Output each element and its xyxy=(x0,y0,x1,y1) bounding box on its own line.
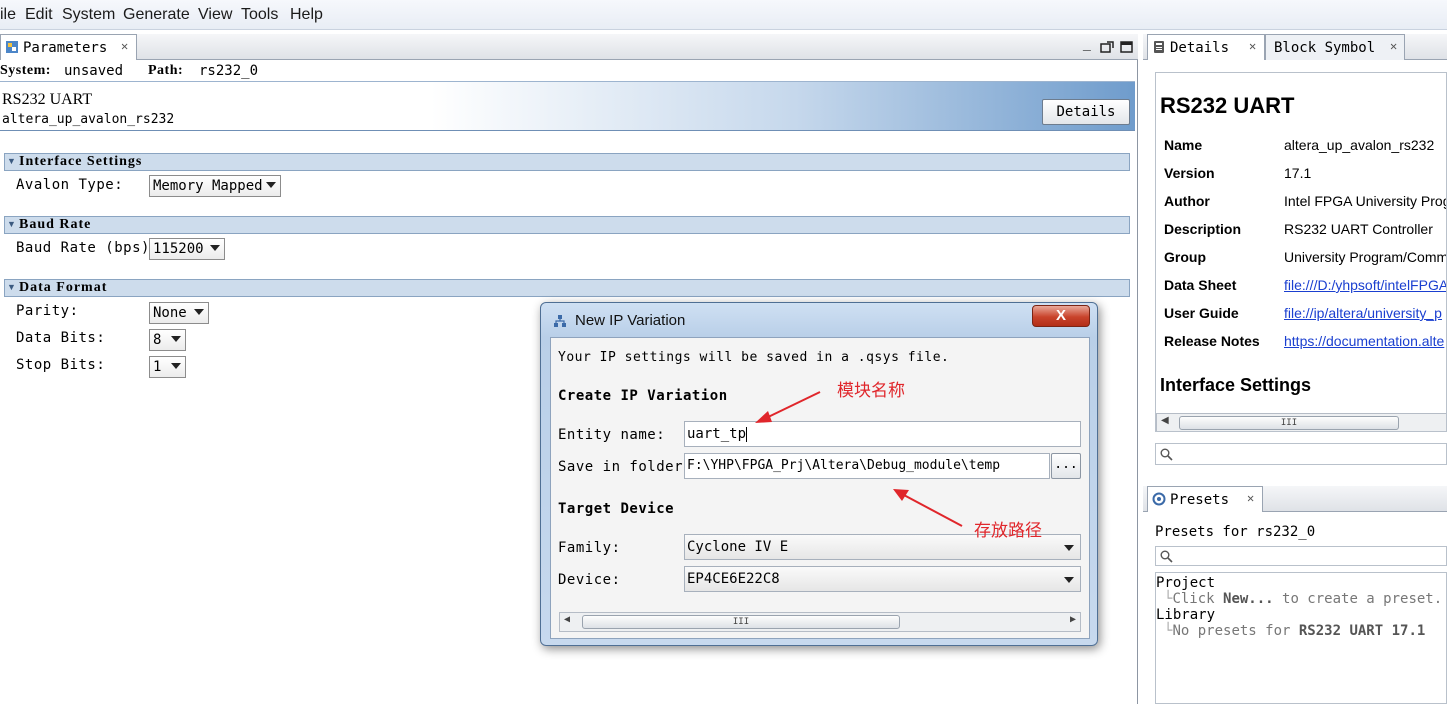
annotation-save-path: 存放路径 xyxy=(974,521,1042,540)
annotation-module-name: 模块名称 xyxy=(837,381,905,400)
module-name-arrow xyxy=(755,391,821,423)
save-path-arrow xyxy=(893,489,963,527)
annotation-arrows xyxy=(755,391,963,527)
